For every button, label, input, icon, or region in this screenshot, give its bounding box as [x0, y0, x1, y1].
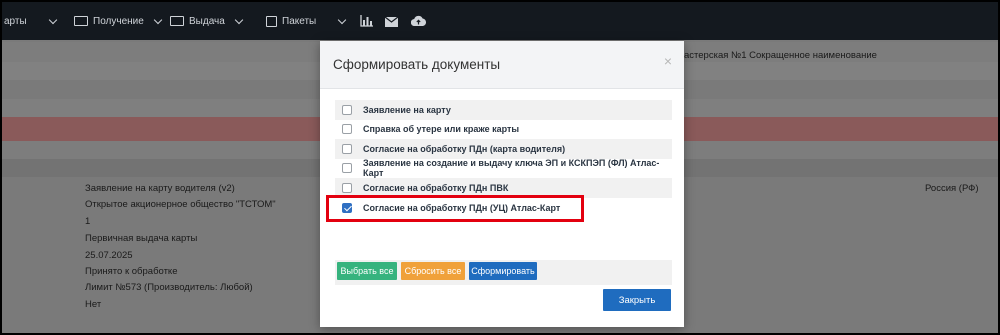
- reset-all-button[interactable]: Сбросить все: [401, 262, 465, 280]
- nav-receive[interactable]: Получение: [74, 2, 163, 40]
- generate-button[interactable]: Сформировать: [469, 262, 537, 280]
- detail-date: 25.07.2025: [85, 250, 133, 261]
- nav-packages[interactable]: Пакеты: [266, 2, 347, 40]
- chevron-down-icon: [153, 15, 163, 24]
- checkbox[interactable]: [342, 182, 352, 193]
- envelope-icon[interactable]: [385, 16, 398, 28]
- document-label: Согласие на обработку ПДн ПВК: [363, 182, 509, 193]
- checkbox[interactable]: [342, 124, 352, 135]
- nav-cards[interactable]: арты: [4, 2, 57, 40]
- button-bar: Выбрать все Сбросить все Сформировать: [335, 260, 672, 285]
- id-card-icon: [74, 16, 88, 26]
- document-label: Согласие на обработку ПДн (карта водител…: [363, 143, 566, 154]
- detail-issue-type: Первичная выдача карты: [85, 233, 198, 244]
- nav-issue-label: Выдача: [189, 15, 225, 27]
- detail-application-type: Заявление на карту водителя (v2): [85, 183, 235, 194]
- checkbox[interactable]: [342, 143, 352, 154]
- id-card-icon: [170, 16, 184, 26]
- checkbox[interactable]: [342, 163, 352, 174]
- column-header-workshop: астерская №1 Сокращенное наименование: [684, 50, 877, 61]
- document-label: Заявление на карту: [363, 104, 451, 115]
- document-label: Заявление на создание и выдачу ключа ЭП …: [363, 158, 660, 179]
- document-item[interactable]: Заявление на создание и выдачу ключа ЭП …: [335, 158, 672, 179]
- nav-cards-label: арты: [4, 15, 27, 27]
- chevron-down-icon: [234, 15, 244, 24]
- nav-packages-label: Пакеты: [282, 15, 317, 27]
- modal-header: Сформировать документы ×: [320, 41, 684, 89]
- country-value: Россия (РФ): [925, 183, 979, 194]
- nav-receive-label: Получение: [93, 15, 144, 27]
- document-item[interactable]: Справка об утере или краже карты: [335, 120, 672, 140]
- select-all-button[interactable]: Выбрать все: [337, 262, 397, 280]
- package-icon: [266, 15, 277, 27]
- detail-limit: Лимит №573 (Производитель: Любой): [85, 282, 253, 293]
- top-navbar: арты Получение Выдача Пакеты: [2, 2, 998, 40]
- chevron-down-icon: [337, 15, 347, 24]
- close-icon[interactable]: ×: [664, 53, 672, 69]
- modal-title: Сформировать документы: [333, 57, 501, 72]
- bar-chart-icon[interactable]: [360, 15, 373, 27]
- detail-status: Принято к обработке: [85, 266, 178, 277]
- highlight-annotation: [326, 195, 584, 222]
- document-item[interactable]: Заявление на карту: [335, 100, 672, 120]
- document-label: Справка об утере или краже карты: [363, 124, 520, 135]
- close-button[interactable]: Закрыть: [603, 289, 671, 311]
- detail-flag: Нет: [85, 299, 102, 310]
- screen: арты Получение Выдача Пакеты астерская №…: [0, 0, 1000, 335]
- detail-organization: Открытое акционерное общество "ТСТОМ": [85, 199, 276, 210]
- checkbox[interactable]: [342, 104, 352, 115]
- cloud-upload-icon[interactable]: [411, 15, 426, 27]
- detail-count: 1: [85, 216, 91, 227]
- chevron-down-icon: [48, 15, 57, 24]
- nav-issue[interactable]: Выдача: [170, 2, 244, 40]
- document-item[interactable]: Согласие на обработку ПДн (карта водител…: [335, 139, 672, 159]
- generate-documents-modal: Сформировать документы × Заявление на ка…: [320, 41, 684, 327]
